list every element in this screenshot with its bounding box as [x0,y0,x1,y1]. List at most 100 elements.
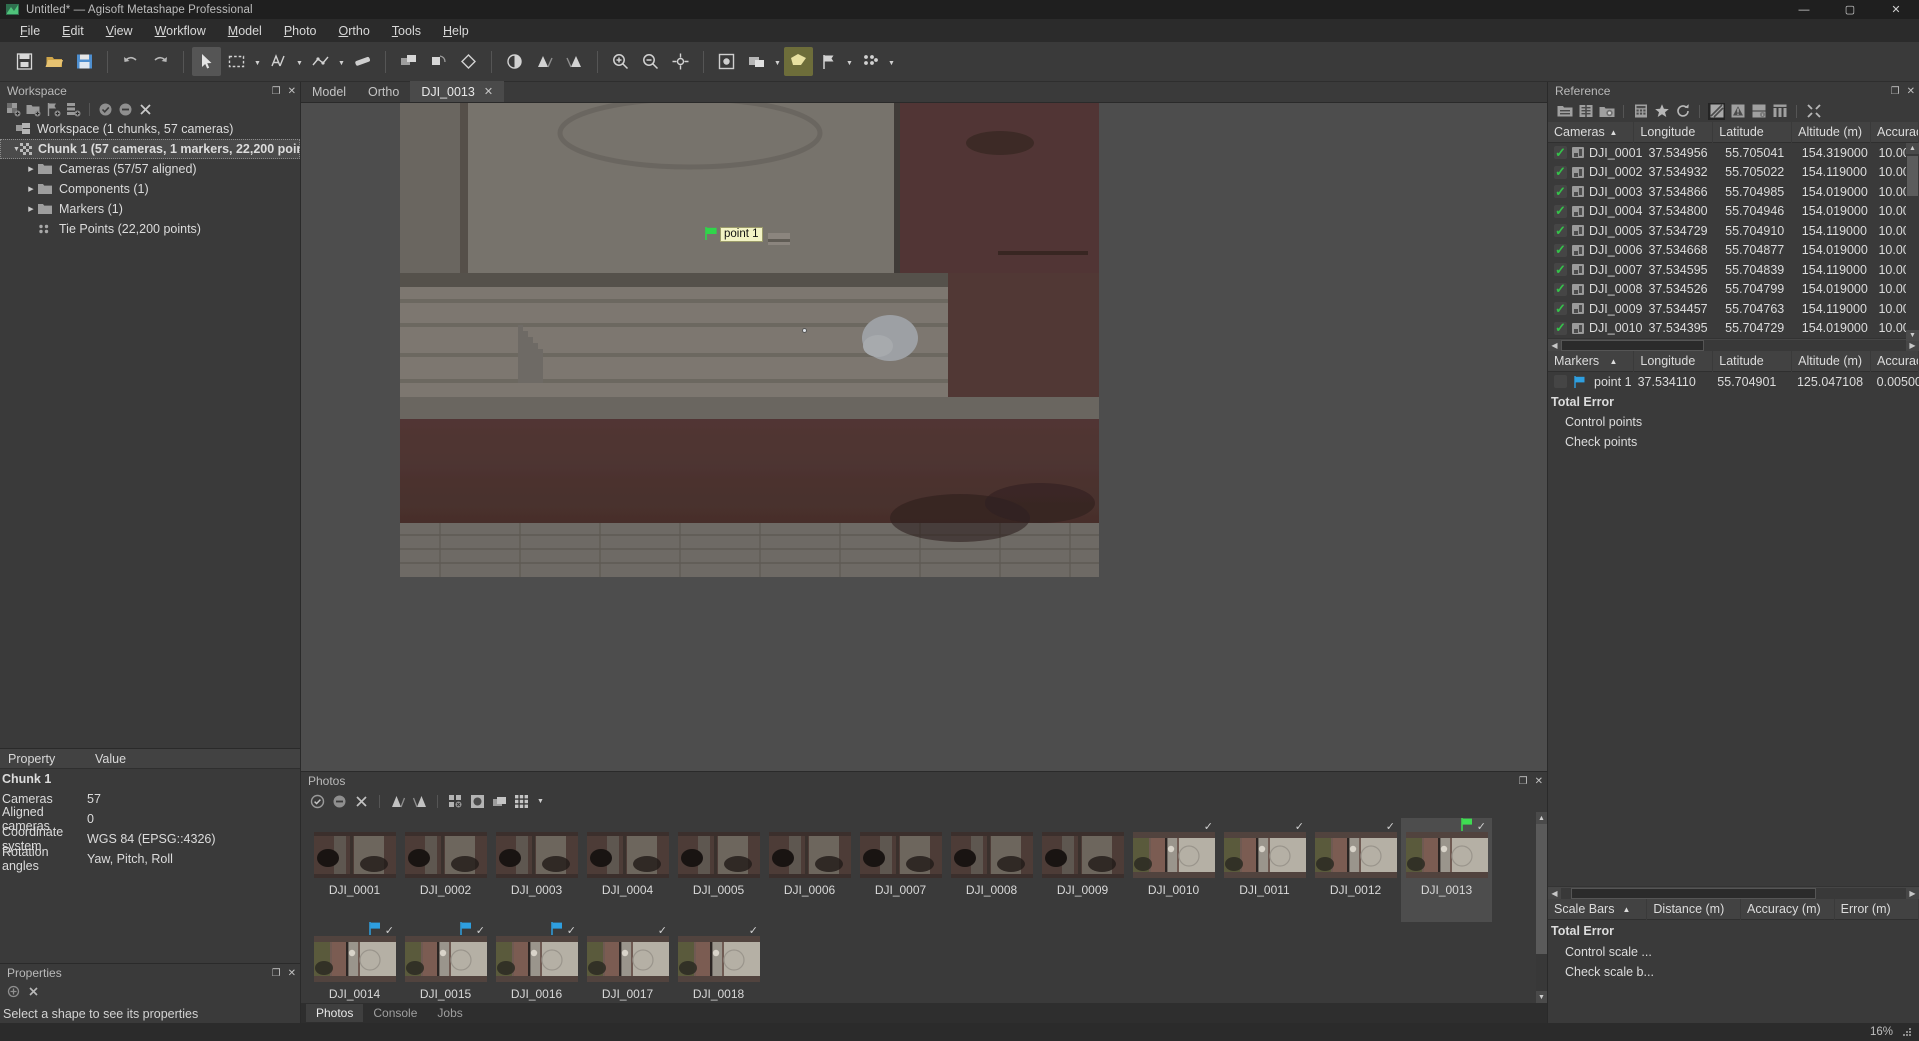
workspace-float-button[interactable]: ❐ [272,86,281,97]
camera-enabled-checkbox[interactable]: ✓ [1554,242,1567,257]
view-table-icon[interactable] [1771,103,1788,120]
show-aligned-dropdown-icon[interactable]: ▼ [772,47,783,76]
photo-thumbnail[interactable]: ✓ DJI_0018 [673,922,764,1003]
rectangle-selection-icon[interactable] [222,47,251,76]
property-row[interactable]: Chunk 1 [0,769,300,789]
tree-item-3[interactable]: ▶ Components (1) [0,179,300,199]
photo-enabled-check-icon[interactable]: ✓ [567,924,576,937]
bottom-tab-console[interactable]: Console [363,1004,427,1022]
photo-enabled-check-icon[interactable]: ✓ [749,924,758,937]
navigation-tool-icon[interactable] [192,47,221,76]
tree-item-4[interactable]: ▶ Markers (1) [0,199,300,219]
tree-item-0[interactable]: Workspace (1 chunks, 57 cameras) [0,119,300,139]
photos-vertical-scrollbar[interactable]: ▲ ▼ [1536,812,1547,1003]
value-column-header[interactable]: Value [87,752,126,766]
camera-enabled-checkbox[interactable]: ✓ [1554,184,1567,199]
camera-reference-row[interactable]: ✓ DJI_0005 37.534729 55.704910 154.119000 10.… [1548,221,1919,241]
reference-float-button[interactable]: ❐ [1891,86,1900,97]
resize-region-icon[interactable] [454,47,483,76]
camera-reference-row[interactable]: ✓ DJI_0002 37.534932 55.705022 154.119000 10.… [1548,163,1919,183]
add-chunk-icon[interactable] [5,101,22,118]
enable-icon[interactable] [309,793,326,810]
camera-enabled-checkbox[interactable]: ✓ [1554,145,1567,160]
photo-thumbnail[interactable]: ✓ DJI_0011 [1219,818,1310,922]
property-column-header[interactable]: Property [0,752,87,766]
photo-thumbnail-image[interactable] [495,936,578,982]
latitude-column-header[interactable]: Latitude [1713,121,1793,143]
photo-thumbnail-image[interactable] [1405,832,1488,878]
maximize-button[interactable]: ▢ [1827,0,1873,19]
reference-settings-icon[interactable] [1805,103,1822,120]
properties-float-button[interactable]: ❐ [272,968,281,979]
close-button[interactable]: ✕ [1873,0,1919,19]
marker-enabled-checkbox[interactable] [1554,375,1567,389]
markers-hscroll-left-arrow[interactable]: ◀ [1548,889,1561,898]
import-reference-icon[interactable] [1556,103,1573,120]
camera-reference-row[interactable]: ✓ DJI_0007 37.534595 55.704839 154.119000 10.… [1548,260,1919,280]
workspace-close-button[interactable]: ✕ [288,86,296,97]
photo-enabled-check-icon[interactable]: ✓ [1477,820,1486,833]
marker-accuracy-column-header[interactable]: Accuracy [1871,350,1919,372]
paint-tool-icon[interactable] [348,47,377,76]
camera-reference-row[interactable]: ✓ DJI_0006 37.534668 55.704877 154.019000 10.… [1548,241,1919,261]
distance-column-header[interactable]: Distance (m) [1647,898,1742,920]
undo-icon[interactable] [116,47,145,76]
altitude-column-header[interactable]: Altitude (m) [1792,121,1872,143]
add-photos-icon[interactable] [25,101,42,118]
tree-item-5[interactable]: Tie Points (22,200 points) [0,219,300,239]
photo-thumbnail-image[interactable] [586,936,669,982]
marker-point-1[interactable]: point 1 [705,227,763,242]
workspace-tree[interactable]: Workspace (1 chunks, 57 cameras) ▼ Chunk 1… [0,119,300,748]
photo-thumbnail[interactable]: ✓ DJI_0013 [1401,818,1492,922]
photos-float-button[interactable]: ❐ [1519,776,1528,787]
scalebar-error-row[interactable]: Check scale b... [1548,962,1919,982]
new-project-icon[interactable] [10,47,39,76]
reduce-overlap-icon[interactable] [394,47,423,76]
tree-expand-icon[interactable]: ▶ [24,185,38,193]
photo-thumbnail-image[interactable] [859,832,942,878]
properties-close-button[interactable]: ✕ [288,968,296,979]
optimize-icon[interactable] [1653,103,1670,120]
scalebar-error-row[interactable]: Control scale ... [1548,942,1919,962]
rectangle-selection-dropdown-icon[interactable]: ▼ [252,47,263,76]
point-cloud-dropdown-icon[interactable]: ▼ [886,47,897,76]
remove-icon[interactable] [353,793,370,810]
add-property-icon[interactable] [5,983,22,1000]
convert-reference-icon[interactable] [1598,103,1615,120]
add-camera-group-icon[interactable] [65,101,82,118]
zoom-in-icon[interactable] [606,47,635,76]
menu-item-model[interactable]: Model [217,22,273,40]
photo-thumbnail-grid[interactable]: DJI_0001 DJI_0002 DJI_0003 DJI_0004 DJI_0005… [301,812,1547,1003]
scalebars-column-header[interactable]: Scale Bars [1554,899,1614,920]
photo-thumbnail[interactable]: DJI_0008 [946,818,1037,922]
photo-thumbnail-image[interactable] [950,832,1033,878]
menu-item-workflow[interactable]: Workflow [144,22,217,40]
error-column-header[interactable]: Error (m) [1835,898,1919,920]
resize-grip-icon[interactable] [1901,1026,1913,1038]
cameras-hscroll-left-arrow[interactable]: ◀ [1548,341,1561,350]
photo-thumbnail-image[interactable] [677,832,760,878]
marker-longitude-column-header[interactable]: Longitude [1634,350,1714,372]
cameras-hscroll-right-arrow[interactable]: ▶ [1906,341,1919,350]
point-cloud-icon[interactable] [856,47,885,76]
thumbnail-size-icon[interactable] [513,793,530,810]
photo-image[interactable] [400,103,1099,577]
menu-item-tools[interactable]: Tools [381,22,432,40]
camera-enabled-checkbox[interactable]: ✓ [1554,262,1567,277]
view-estimated-icon[interactable] [1708,102,1725,120]
rotate-object-icon[interactable] [424,47,453,76]
photo-thumbnail-image[interactable] [768,832,851,878]
camera-reference-row[interactable]: ✓ DJI_0008 37.534526 55.704799 154.019000 10.… [1548,280,1919,300]
photo-thumbnail[interactable]: ✓ DJI_0016 [491,922,582,1003]
photo-thumbnail[interactable]: ✓ DJI_0017 [582,922,673,1003]
disable-icon[interactable] [331,793,348,810]
camera-reference-row[interactable]: ✓ DJI_0001 37.534956 55.705041 154.319000 10.… [1548,143,1919,163]
photo-thumbnail-image[interactable] [313,936,396,982]
photo-thumbnail-image[interactable] [1223,832,1306,878]
view-tab-model[interactable]: Model [301,81,357,102]
accuracy-column-header[interactable]: Accuracy [1871,121,1919,143]
photo-thumbnail[interactable]: DJI_0005 [673,818,764,922]
camera-enabled-checkbox[interactable]: ✓ [1554,320,1567,335]
add-markers-icon[interactable] [45,101,62,118]
rotate-right-icon[interactable] [411,793,428,810]
